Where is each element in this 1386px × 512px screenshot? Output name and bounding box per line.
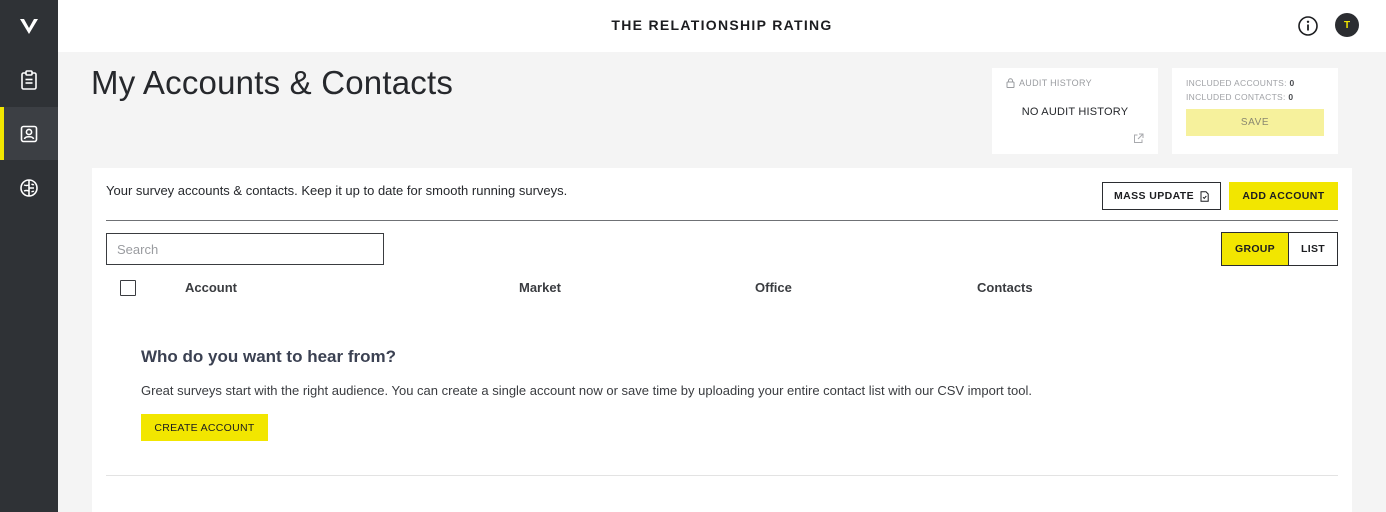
column-market[interactable]: Market bbox=[519, 280, 561, 295]
accounts-panel: Your survey accounts & contacts. Keep it… bbox=[92, 168, 1352, 512]
sidebar bbox=[0, 0, 58, 512]
mass-update-label: MASS UPDATE bbox=[1113, 190, 1195, 202]
sidebar-item-insights[interactable] bbox=[0, 161, 58, 214]
page-title: My Accounts & Contacts bbox=[91, 64, 454, 101]
audit-empty-text: NO AUDIT HISTORY bbox=[1021, 106, 1129, 118]
audit-history-label: AUDIT HISTORY bbox=[1019, 78, 1092, 88]
empty-state-title: Who do you want to hear from? bbox=[141, 347, 396, 366]
intro-text: Your survey accounts & contacts. Keep it… bbox=[106, 183, 568, 198]
divider bbox=[106, 220, 1338, 221]
included-contacts-count: 0 bbox=[1288, 92, 1294, 102]
app-title: THE RELATIONSHIP RATING bbox=[611, 17, 833, 33]
view-list-button[interactable]: LIST bbox=[1289, 233, 1337, 265]
logo-icon[interactable] bbox=[0, 0, 58, 52]
view-toggle: GROUP LIST bbox=[1221, 232, 1338, 266]
included-contacts: INCLUDED CONTACTS: 0 bbox=[1186, 92, 1294, 102]
create-account-button[interactable]: CREATE ACCOUNT bbox=[141, 414, 268, 441]
audit-history-card: AUDIT HISTORY NO AUDIT HISTORY bbox=[992, 68, 1158, 154]
column-account[interactable]: Account bbox=[185, 280, 237, 295]
top-header: THE RELATIONSHIP RATING T bbox=[58, 0, 1386, 52]
clipboard-icon bbox=[21, 69, 37, 90]
column-office[interactable]: Office bbox=[755, 280, 792, 295]
sidebar-item-surveys[interactable] bbox=[0, 53, 58, 106]
external-link-icon[interactable] bbox=[1133, 133, 1144, 144]
info-icon[interactable] bbox=[1297, 15, 1319, 37]
add-account-button[interactable]: ADD ACCOUNT bbox=[1229, 182, 1338, 210]
brain-icon bbox=[20, 178, 38, 197]
divider-bottom bbox=[106, 475, 1338, 476]
sidebar-item-contacts[interactable] bbox=[0, 107, 58, 160]
save-button[interactable]: SAVE bbox=[1186, 109, 1324, 136]
document-icon bbox=[1200, 190, 1209, 202]
view-group-button[interactable]: GROUP bbox=[1222, 233, 1289, 265]
included-summary-card: INCLUDED ACCOUNTS: 0 INCLUDED CONTACTS: … bbox=[1172, 68, 1338, 154]
empty-state-text: Great surveys start with the right audie… bbox=[141, 383, 1032, 398]
included-accounts: INCLUDED ACCOUNTS: 0 bbox=[1186, 78, 1295, 88]
contact-card-icon bbox=[20, 125, 38, 142]
table-header: Account Market Office Contacts bbox=[92, 278, 1352, 298]
included-accounts-count: 0 bbox=[1289, 78, 1295, 88]
lock-icon bbox=[1006, 78, 1015, 88]
mass-update-button[interactable]: MASS UPDATE bbox=[1102, 182, 1221, 210]
select-all-checkbox[interactable] bbox=[120, 280, 136, 296]
search-input[interactable] bbox=[106, 233, 384, 265]
column-contacts[interactable]: Contacts bbox=[977, 280, 1033, 295]
avatar[interactable]: T bbox=[1335, 13, 1359, 37]
